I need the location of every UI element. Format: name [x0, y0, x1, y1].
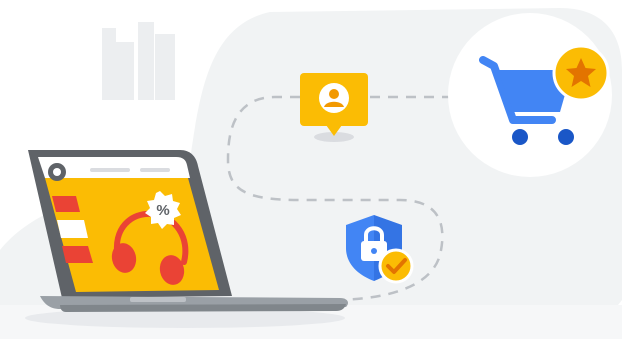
laptop-base-edge: [60, 304, 346, 312]
city-buildings: [102, 22, 175, 100]
illustration-canvas: %: [0, 8, 622, 339]
star-badge: [552, 44, 610, 102]
user-profile-icon: [319, 83, 349, 113]
discount-badge-text: %: [156, 202, 169, 219]
trackpad: [130, 297, 186, 302]
ecommerce-illustration: %: [0, 0, 622, 339]
